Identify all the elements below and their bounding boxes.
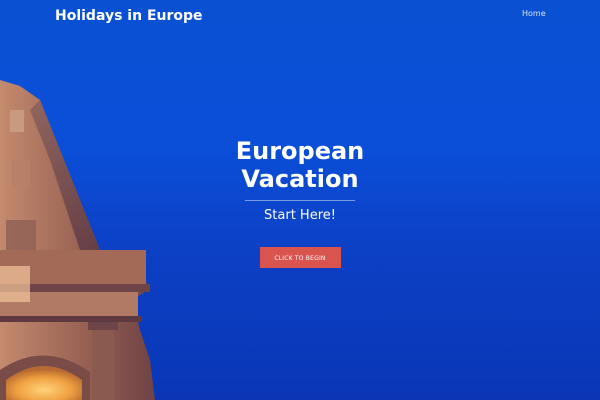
- hero-heading: European Vacation: [190, 137, 410, 193]
- hero-content: European Vacation Start Here! Click to B…: [0, 137, 600, 268]
- hero-divider: [245, 200, 355, 201]
- hero-section: Holidays in Europe Home European Vacatio…: [0, 0, 600, 400]
- hero-heading-line-2: Vacation: [241, 165, 359, 193]
- nav-home-link[interactable]: Home: [522, 9, 546, 18]
- click-to-begin-button[interactable]: Click to Begin: [259, 247, 341, 268]
- hero-heading-line-1: European: [235, 137, 365, 165]
- hero-subtitle: Start Here!: [264, 208, 336, 223]
- site-title-link[interactable]: Holidays in Europe: [55, 8, 203, 24]
